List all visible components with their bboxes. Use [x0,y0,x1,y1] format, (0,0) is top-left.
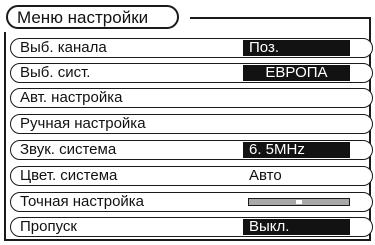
menu-item-label: Точная настройка [20,193,145,210]
menu-title: Меню настройки [17,8,149,27]
menu-item-skip[interactable]: Пропуск Выкл. [10,217,373,237]
menu-item-auto-tuning[interactable]: Авт. настройка [10,88,373,108]
fine-tuning-bar[interactable] [248,198,350,206]
color-system-value[interactable]: Авто [243,168,350,184]
skip-value[interactable]: Выкл. [243,219,350,235]
menu-item-manual-tuning[interactable]: Ручная настройка [10,114,373,134]
menu-item-color-system[interactable]: Цвет. система Авто [10,166,373,186]
menu-frame-top [190,17,371,19]
tuning-menu-screen: Меню настройки Выб. канала Поз. Выб. сис… [0,0,375,245]
menu-item-label: Ручная настройка [20,115,146,132]
menu-item-label: Выб. канала [20,39,107,56]
fine-tuning-thumb[interactable] [296,200,302,204]
menu-item-sound-system[interactable]: Звук. система 6. 5MHz [10,140,373,160]
channel-select-value[interactable]: Поз. [243,40,350,56]
menu-item-label: Звук. система [20,141,117,158]
menu-item-fine-tuning[interactable]: Точная настройка [10,192,373,212]
menu-item-label: Авт. настройка [20,89,123,106]
menu-item-channel-select[interactable]: Выб. канала Поз. [10,38,373,58]
system-select-value[interactable]: ЕВРОПА [243,65,350,81]
sound-system-value[interactable]: 6. 5MHz [243,142,350,158]
menu-item-label: Цвет. система [20,167,118,184]
menu-item-label: Выб. сист. [20,64,91,81]
menu-item-system-select[interactable]: Выб. сист. ЕВРОПА [10,63,373,83]
menu-item-label: Пропуск [20,218,77,235]
menu-title-tab: Меню настройки [6,5,179,29]
menu-frame-left [4,32,6,241]
menu-frame-bottom [4,239,371,241]
